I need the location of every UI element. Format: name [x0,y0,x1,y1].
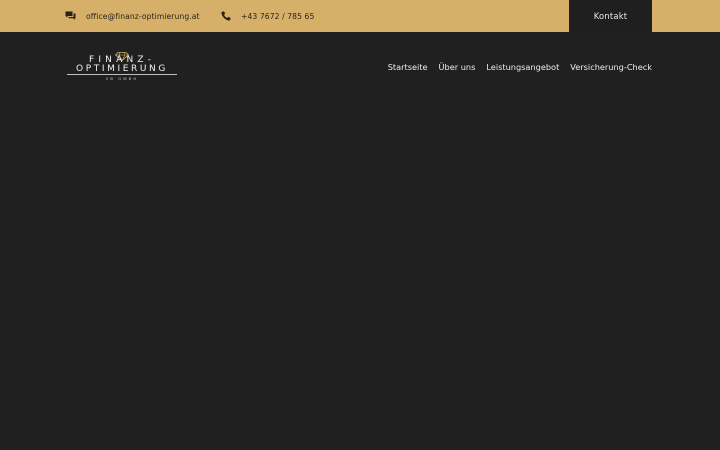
logo-divider [67,74,177,75]
nav-item-ueber-uns[interactable]: Über uns [439,62,476,72]
top-bar: office@finanz-optimierung.at +43 7672 / … [0,0,720,32]
logo-line-3: VB GMBH [105,77,139,81]
chat-bubbles-icon [65,11,76,21]
phone-icon [221,11,231,21]
email-text: office@finanz-optimierung.at [86,11,200,21]
nav-item-startseite[interactable]: Startseite [388,62,428,72]
contact-button[interactable]: Kontakt [569,0,652,32]
nav-item-leistungsangebot[interactable]: Leistungsangebot [486,62,559,72]
phone-link[interactable]: +43 7672 / 785 65 [221,0,314,32]
logo-line-2: OPTIMIERUNG [76,64,168,74]
email-link[interactable]: office@finanz-optimierung.at [65,0,200,32]
phone-text: +43 7672 / 785 65 [241,11,315,21]
nav-item-versicherung-check[interactable]: Versicherung-Check [570,62,652,72]
main-navigation: Startseite Über uns Leistungsangebot Ver… [388,62,652,72]
company-logo[interactable]: FINANZ- OPTIMIERUNG VB GMBH [66,46,178,84]
